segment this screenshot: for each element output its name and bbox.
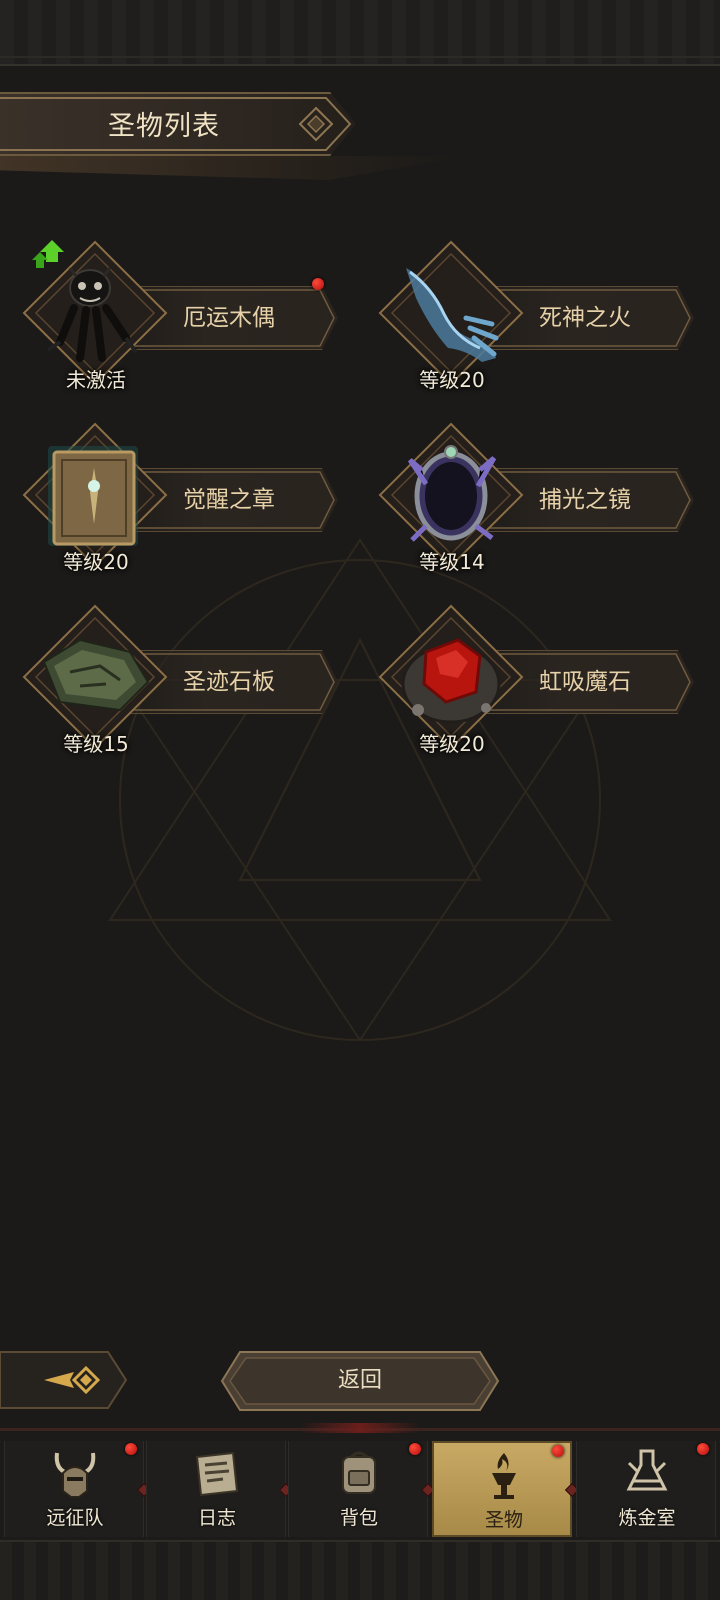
notification-dot — [552, 1445, 564, 1457]
nav-tab-label: 背包 — [339, 1507, 378, 1529]
light-catching-mirror-icon — [407, 445, 497, 542]
relic-level: 未激活 — [66, 368, 126, 392]
relic-item-awakening-chapter[interactable]: 觉醒之章 等级20 — [0, 420, 340, 590]
relic-item-cursed-puppet[interactable]: 厄运木偶 未激活 — [0, 238, 340, 408]
cursed-puppet-icon — [46, 267, 138, 362]
scroll-map-icon — [195, 1451, 239, 1497]
nav-tab-label: 日志 — [197, 1507, 236, 1529]
relic-item-miracle-stone-tablet[interactable]: 圣迹石板 等级15 — [0, 602, 340, 772]
relic-item-reaper-fire[interactable]: 死神之火 等级20 — [356, 238, 696, 408]
relic-level: 等级15 — [63, 732, 129, 756]
relic-item-siphon-magic-stone[interactable]: 虹吸魔石 等级20 — [356, 602, 696, 772]
alchemy-flask-icon — [626, 1449, 668, 1491]
torch-brazier-icon — [492, 1453, 516, 1499]
reaper-fire-hand-icon — [406, 268, 499, 362]
top-frame-border — [0, 0, 720, 66]
relic-name: 死神之火 — [539, 305, 631, 331]
return-button[interactable]: 返回 — [220, 1350, 500, 1412]
nav-tab-journal[interactable]: 日志 — [146, 1441, 286, 1537]
relic-name: 圣迹石板 — [183, 669, 275, 695]
notification-dot — [125, 1443, 137, 1455]
notification-dot — [409, 1443, 421, 1455]
horned-helmet-icon — [54, 1452, 96, 1498]
title-banner-tail — [0, 156, 470, 180]
relic-name: 捕光之镜 — [539, 487, 631, 513]
notification-dot — [312, 278, 324, 290]
relic-level: 等级20 — [419, 732, 485, 756]
nav-tab-expedition[interactable]: 远征队 — [4, 1441, 144, 1537]
nav-tab-label: 远征队 — [46, 1507, 104, 1529]
return-button-label: 返回 — [337, 1368, 382, 1393]
relic-level: 等级20 — [419, 368, 485, 392]
side-panel-toggle-button[interactable] — [0, 1348, 130, 1412]
relic-item-light-mirror[interactable]: 捕光之镜 等级14 — [356, 420, 696, 590]
nav-tab-label: 炼金室 — [618, 1507, 676, 1529]
page-title: 圣物列表 — [108, 111, 220, 142]
notification-dot — [697, 1443, 709, 1455]
nav-tab-label: 圣物 — [484, 1509, 523, 1531]
diamond-ornament-icon — [298, 106, 334, 142]
nav-tab-relics[interactable]: 圣物 — [432, 1441, 572, 1537]
upgrade-arrow-icon — [32, 240, 64, 268]
nav-tab-alchemy[interactable]: 炼金室 — [576, 1441, 716, 1537]
awakening-book-icon — [48, 446, 138, 546]
siphon-magic-stone-icon — [401, 638, 501, 724]
relic-name: 虹吸魔石 — [539, 669, 631, 695]
relic-level: 等级20 — [63, 550, 129, 574]
relic-name: 觉醒之章 — [183, 487, 275, 513]
relic-level: 等级14 — [419, 550, 485, 574]
bottom-frame-border — [0, 1540, 720, 1600]
backpack-icon — [342, 1451, 376, 1494]
relic-name: 厄运木偶 — [183, 305, 275, 331]
nav-tab-backpack[interactable]: 背包 — [288, 1441, 428, 1537]
miracle-stone-tablet-icon — [42, 638, 150, 712]
